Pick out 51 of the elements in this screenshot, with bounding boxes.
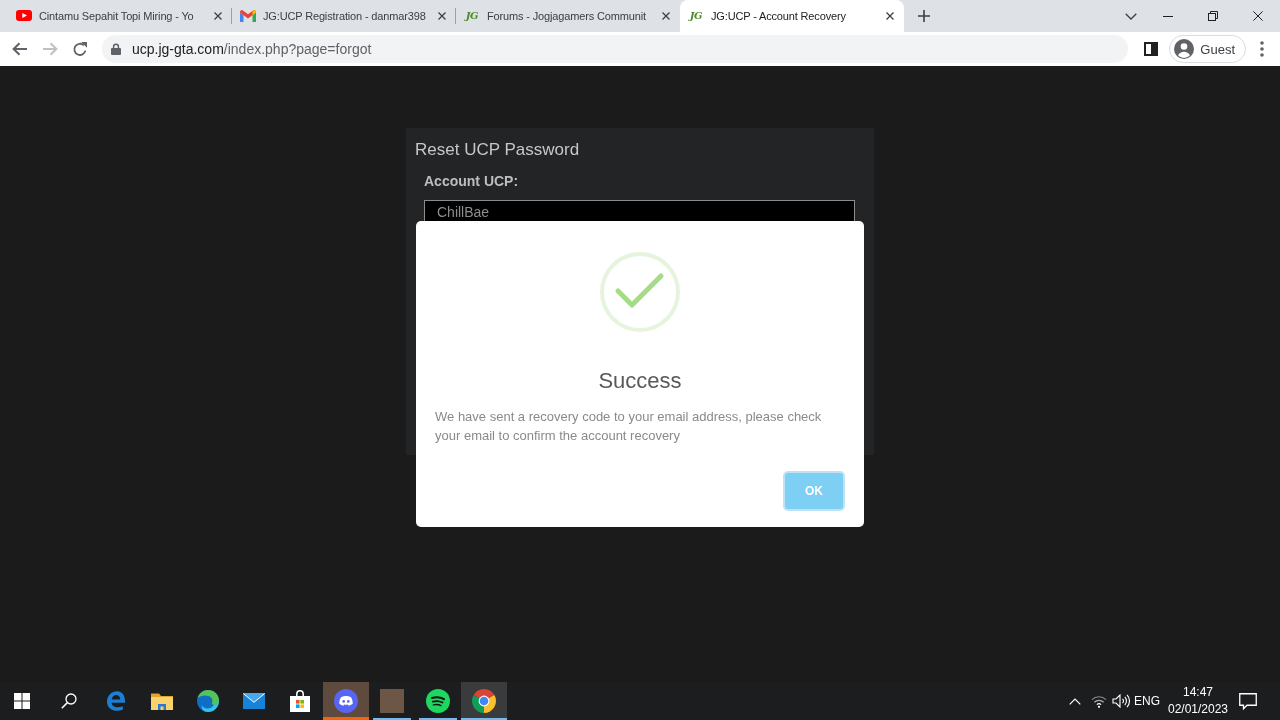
address-bar[interactable]: ucp.jg-gta.com/index.php?page=forgot [102, 35, 1129, 63]
dialog-title: Success [597, 367, 683, 395]
forward-icon [42, 42, 58, 56]
four-panes-icon [14, 693, 30, 709]
controller-logo-icon [334, 689, 358, 713]
minimize-icon [1162, 15, 1173, 17]
success-check-icon [600, 252, 680, 332]
tab-logo: JG [465, 9, 479, 22]
chevron-down-icon [1125, 12, 1137, 20]
browser-tab[interactable]: JG:UCP Registration - danmar398 [232, 0, 456, 32]
close-icon [662, 11, 670, 20]
photo-placeholder [380, 689, 404, 713]
video-play-icon [16, 10, 32, 21]
close-icon [1252, 11, 1263, 21]
close-icon [438, 11, 446, 20]
dialog-message: We have sent a recovery code to your email address, please check your email to confirm the account recovery [435, 408, 823, 445]
restore-icon [1207, 11, 1218, 21]
swirl-logo-icon [197, 690, 219, 712]
speech-bubble-icon [1239, 692, 1257, 710]
folder-icon [151, 692, 173, 710]
plus-icon [918, 10, 930, 22]
tab-logo: JG [689, 9, 703, 22]
clock-time: 14:47 [1183, 684, 1213, 701]
language-button[interactable]: ENG [1132, 682, 1162, 720]
browser-tab[interactable]: JG Forums - Jogjagamers Communit [456, 0, 680, 32]
card-title: Reset UCP Password [415, 139, 581, 161]
arcs-logo-icon [426, 689, 450, 713]
avatar-icon [1174, 39, 1195, 59]
browser-tab[interactable]: Cintamu Sepahit Topi Miring - Yo [8, 0, 232, 32]
search-icon [60, 693, 77, 709]
back-icon [12, 42, 28, 56]
browser-tab[interactable]: JG JG:UCP - Account Recovery [680, 0, 904, 32]
field-label: Account UCP: [424, 172, 520, 190]
clock-date: 02/01/2023 [1167, 701, 1229, 718]
taskbar-app-button[interactable] [323, 682, 369, 720]
segmented-circle-icon [472, 689, 496, 713]
close-icon [214, 11, 222, 20]
lock-icon [111, 43, 121, 55]
taskbar-app-button[interactable] [461, 682, 507, 720]
side-panel-icon [1144, 42, 1159, 56]
close-icon [886, 11, 894, 20]
wifi-icon [1091, 694, 1107, 708]
chevron-up-icon [1069, 697, 1081, 705]
more-icon [1260, 41, 1264, 57]
account-input[interactable]: ChillBae [424, 200, 855, 222]
browser-logo-icon [107, 690, 125, 712]
envelope-icon [243, 693, 265, 709]
speaker-icon [1112, 694, 1130, 708]
reload-icon [72, 41, 88, 57]
shopping-bag-icon [290, 690, 310, 712]
mail-logo-icon [240, 9, 256, 22]
